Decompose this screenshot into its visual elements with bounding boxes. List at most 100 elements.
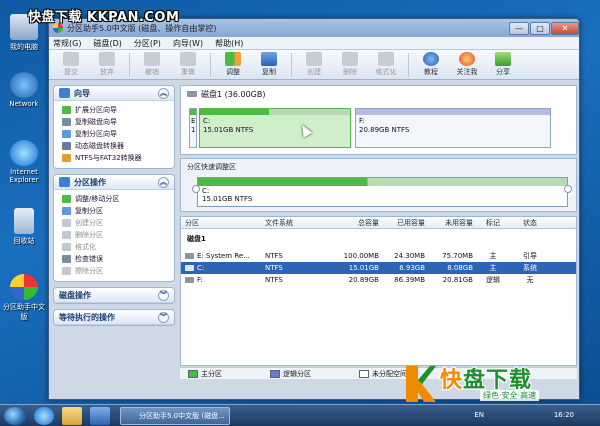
menu-disk[interactable]: 磁盘(D) bbox=[93, 38, 121, 49]
taskbar: 分区助手5.0中文版 (磁盘... EN 16:20 bbox=[0, 404, 600, 426]
wizard-item-copy-partition[interactable]: 复制分区向导 bbox=[54, 128, 174, 140]
partition-block-c[interactable]: C: 15.01GB NTFS bbox=[199, 108, 351, 148]
op-check-errors[interactable]: 检查错误 bbox=[54, 253, 174, 265]
menu-general[interactable]: 常规(G) bbox=[53, 38, 81, 49]
share-button[interactable]: 分享 bbox=[485, 52, 521, 77]
quick-resize-bar[interactable]: C: 15.01GB NTFS bbox=[197, 177, 568, 207]
wizard-item-copy-disk[interactable]: 复制磁盘向导 bbox=[54, 116, 174, 128]
menu-partition[interactable]: 分区(P) bbox=[134, 38, 161, 49]
collapse-icon[interactable]: ︽ bbox=[158, 87, 169, 99]
discard-button[interactable]: 放弃 bbox=[89, 52, 125, 77]
desktop-icon-ie[interactable]: Internet Explorer bbox=[2, 140, 46, 184]
drive-icon bbox=[185, 253, 194, 259]
col-filesystem[interactable]: 文件系统 bbox=[263, 218, 333, 228]
cell-status: 引导 bbox=[523, 252, 537, 260]
collapse-icon[interactable]: ︽ bbox=[158, 176, 169, 188]
small-partition-index: 1 bbox=[191, 126, 196, 134]
close-button[interactable]: ✕ bbox=[551, 21, 579, 35]
disk-ops-title: 磁盘操作 bbox=[59, 290, 91, 300]
expand-icon[interactable]: ︾ bbox=[158, 289, 169, 301]
desktop-icon-network[interactable]: Network bbox=[2, 72, 46, 108]
op-copy-partition[interactable]: 复制分区 bbox=[54, 205, 174, 217]
language-indicator[interactable]: EN bbox=[474, 411, 484, 419]
partition-assistant-icon bbox=[10, 274, 38, 300]
taskbar-clock[interactable]: 16:20 bbox=[554, 411, 574, 419]
partition-ops-title: 分区操作 bbox=[74, 177, 106, 187]
partition-block-system-reserved[interactable]: E 1 bbox=[189, 108, 197, 148]
op-resize-move[interactable]: 调整/移动分区 bbox=[54, 193, 174, 205]
cell-name: E: System Re... bbox=[197, 252, 250, 260]
desktop-icon-label: 分区助手中文版 bbox=[3, 303, 45, 321]
toolbar-separator bbox=[210, 52, 211, 77]
copy-button[interactable]: 复制 bbox=[251, 52, 287, 77]
extend-icon bbox=[62, 106, 71, 114]
adjust-button[interactable]: 调整 bbox=[215, 52, 251, 77]
discard-label: 放弃 bbox=[100, 68, 114, 76]
col-total[interactable]: 总容量 bbox=[333, 218, 379, 228]
left-panel: 向导 ︽ 扩展分区向导 复制磁盘向导 复制分区向导 动态磁盘转换器 NTFS与F… bbox=[53, 85, 175, 393]
op-label: 删除分区 bbox=[75, 231, 103, 239]
wizard-header[interactable]: 向导 ︽ bbox=[54, 86, 174, 101]
copy-partition-icon bbox=[62, 130, 71, 138]
wizard-item-label: 扩展分区向导 bbox=[75, 106, 117, 114]
create-button[interactable]: 创建 bbox=[296, 52, 332, 77]
commit-button[interactable]: 提交 bbox=[53, 52, 89, 77]
quick-resize-panel: 分区快速调整区 C: 15.01GB NTFS bbox=[180, 158, 577, 212]
col-flag[interactable]: 标记 bbox=[473, 218, 513, 228]
format-button[interactable]: 格式化 bbox=[368, 52, 404, 77]
col-used[interactable]: 已用容量 bbox=[379, 218, 425, 228]
table-row[interactable]: E: System Re... NTFS 100.00MB 24.30MB 75… bbox=[181, 250, 576, 262]
table-row[interactable]: F: NTFS 20.89GB 86.39MB 20.81GB 逻辑 无 bbox=[181, 274, 576, 286]
cell-name: F: bbox=[197, 276, 203, 284]
tutorial-button[interactable]: 教程 bbox=[413, 52, 449, 77]
start-button[interactable] bbox=[4, 407, 26, 425]
redo-button[interactable]: 重做 bbox=[170, 52, 206, 77]
partition-ops-header[interactable]: 分区操作 ︽ bbox=[54, 175, 174, 190]
cross-icon bbox=[99, 52, 115, 66]
cell-free: 8.08GB bbox=[447, 264, 473, 272]
col-partition[interactable]: 分区 bbox=[181, 218, 263, 228]
table-row[interactable]: C: NTFS 15.01GB 6.93GB 8.08GB 主 系统 bbox=[181, 262, 576, 274]
toolbar: 提交 放弃 撤销 重做 调整 复制 创建 删除 格式化 教程 关注我 分享 bbox=[49, 50, 579, 80]
network-icon bbox=[10, 72, 38, 98]
op-create-partition[interactable]: 创建分区 bbox=[54, 217, 174, 229]
minimize-button[interactable]: — bbox=[509, 21, 529, 35]
undo-button[interactable]: 撤销 bbox=[134, 52, 170, 77]
partition-icon bbox=[59, 177, 70, 187]
ie-taskbar-icon[interactable] bbox=[34, 407, 54, 425]
expand-icon[interactable]: ︾ bbox=[158, 311, 169, 323]
disk-group-row[interactable]: 磁盘1 bbox=[181, 232, 576, 246]
pending-ops-header[interactable]: 等待执行的操作 ︾ bbox=[54, 310, 174, 325]
quick-resize-label: C: bbox=[202, 187, 210, 195]
desktop-icon-recycle-bin[interactable]: 回收站 bbox=[2, 208, 46, 246]
wizard-item-extend[interactable]: 扩展分区向导 bbox=[54, 104, 174, 116]
media-taskbar-icon[interactable] bbox=[90, 407, 110, 425]
cell-fs: NTFS bbox=[265, 252, 283, 260]
delete-button[interactable]: 删除 bbox=[332, 52, 368, 77]
col-status[interactable]: 状态 bbox=[513, 218, 547, 228]
redo-icon bbox=[180, 52, 196, 66]
resize-handle-left[interactable] bbox=[192, 185, 200, 193]
partition-block-f[interactable]: F: 20.89GB NTFS bbox=[355, 108, 551, 148]
op-format[interactable]: 格式化 bbox=[54, 241, 174, 253]
menu-help[interactable]: 帮助(H) bbox=[215, 38, 243, 49]
convert-icon bbox=[62, 154, 71, 162]
disk-ops-header[interactable]: 磁盘操作 ︾ bbox=[54, 288, 174, 303]
delete-icon bbox=[342, 52, 358, 66]
taskbar-active-app[interactable]: 分区助手5.0中文版 (磁盘... bbox=[120, 407, 230, 425]
op-delete-partition[interactable]: 删除分区 bbox=[54, 229, 174, 241]
maximize-button[interactable]: □ bbox=[530, 21, 550, 35]
op-wipe-partition[interactable]: 擦除分区 bbox=[54, 265, 174, 277]
explorer-taskbar-icon[interactable] bbox=[62, 407, 82, 425]
desktop-icon-label: 我的电脑 bbox=[10, 43, 38, 51]
resize-handle-right[interactable] bbox=[564, 185, 572, 193]
quick-resize-title: 分区快速调整区 bbox=[187, 163, 236, 171]
follow-button[interactable]: 关注我 bbox=[449, 52, 485, 77]
wizard-item-ntfs-fat32[interactable]: NTFS与FAT32转换器 bbox=[54, 152, 174, 164]
pending-ops-title: 等待执行的操作 bbox=[59, 312, 115, 322]
desktop-icon-partition-assistant[interactable]: 分区助手中文版 bbox=[2, 274, 46, 322]
menu-wizard[interactable]: 向导(W) bbox=[173, 38, 203, 49]
partition-f-label: F: bbox=[359, 117, 365, 125]
col-free[interactable]: 未用容量 bbox=[425, 218, 473, 228]
wizard-item-dynamic-disk[interactable]: 动态磁盘转换器 bbox=[54, 140, 174, 152]
